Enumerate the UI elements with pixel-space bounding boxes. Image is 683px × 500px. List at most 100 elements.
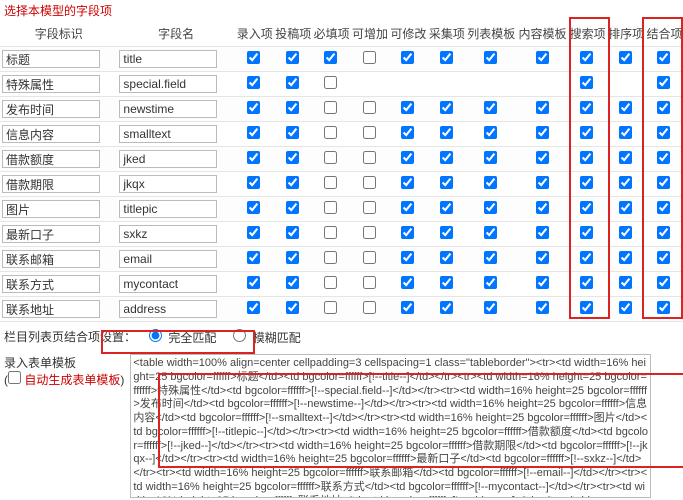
field-checkbox[interactable] [324,201,337,214]
field-name-input[interactable] [119,300,217,318]
field-checkbox[interactable] [401,201,414,214]
field-id-input[interactable] [2,125,100,143]
field-checkbox[interactable] [536,51,549,64]
field-checkbox[interactable] [580,301,593,314]
field-checkbox[interactable] [324,176,337,189]
field-checkbox[interactable] [363,101,376,114]
field-checkbox[interactable] [484,301,497,314]
field-checkbox[interactable] [324,151,337,164]
field-checkbox[interactable] [580,226,593,239]
field-checkbox[interactable] [440,151,453,164]
auto-generate-checkbox[interactable]: 自动生成表单模板 [8,373,120,387]
field-checkbox[interactable] [619,276,632,289]
field-checkbox[interactable] [484,201,497,214]
field-checkbox[interactable] [580,176,593,189]
field-checkbox[interactable] [440,251,453,264]
field-checkbox[interactable] [657,301,670,314]
field-checkbox[interactable] [247,276,260,289]
field-checkbox[interactable] [247,76,260,89]
field-checkbox[interactable] [247,301,260,314]
field-checkbox[interactable] [324,301,337,314]
field-checkbox[interactable] [440,226,453,239]
field-checkbox[interactable] [363,226,376,239]
field-checkbox[interactable] [619,226,632,239]
field-checkbox[interactable] [619,251,632,264]
field-checkbox[interactable] [657,151,670,164]
field-checkbox[interactable] [363,251,376,264]
field-id-input[interactable] [2,250,100,268]
field-checkbox[interactable] [484,276,497,289]
field-checkbox[interactable] [324,226,337,239]
field-checkbox[interactable] [580,76,593,89]
field-checkbox[interactable] [619,51,632,64]
field-checkbox[interactable] [657,101,670,114]
field-checkbox[interactable] [657,126,670,139]
field-checkbox[interactable] [536,301,549,314]
field-checkbox[interactable] [247,176,260,189]
field-checkbox[interactable] [363,276,376,289]
field-checkbox[interactable] [440,201,453,214]
field-checkbox[interactable] [363,301,376,314]
field-checkbox[interactable] [440,51,453,64]
field-checkbox[interactable] [580,276,593,289]
field-id-input[interactable] [2,100,100,118]
field-checkbox[interactable] [536,201,549,214]
field-checkbox[interactable] [536,101,549,114]
field-checkbox[interactable] [536,151,549,164]
field-checkbox[interactable] [286,51,299,64]
field-name-input[interactable] [119,175,217,193]
field-checkbox[interactable] [401,126,414,139]
combine-opt-full[interactable]: 完全匹配 [144,326,216,346]
field-name-input[interactable] [119,200,217,218]
field-name-input[interactable] [119,275,217,293]
field-checkbox[interactable] [363,151,376,164]
field-checkbox[interactable] [247,226,260,239]
field-checkbox[interactable] [619,201,632,214]
field-checkbox[interactable] [484,226,497,239]
field-checkbox[interactable] [286,201,299,214]
field-checkbox[interactable] [657,51,670,64]
field-checkbox[interactable] [484,251,497,264]
field-checkbox[interactable] [484,51,497,64]
field-checkbox[interactable] [286,101,299,114]
field-checkbox[interactable] [619,151,632,164]
field-checkbox[interactable] [401,176,414,189]
field-checkbox[interactable] [536,126,549,139]
field-checkbox[interactable] [580,101,593,114]
field-checkbox[interactable] [401,151,414,164]
field-checkbox[interactable] [536,176,549,189]
field-checkbox[interactable] [247,201,260,214]
combine-opt-fuzzy[interactable]: 模糊匹配 [228,326,300,346]
field-checkbox[interactable] [324,51,337,64]
field-checkbox[interactable] [580,51,593,64]
field-name-input[interactable] [119,75,217,93]
field-checkbox[interactable] [324,101,337,114]
field-checkbox[interactable] [619,101,632,114]
template-code-textarea[interactable] [130,354,651,498]
field-checkbox[interactable] [286,126,299,139]
field-checkbox[interactable] [247,251,260,264]
field-checkbox[interactable] [286,76,299,89]
field-id-input[interactable] [2,225,100,243]
field-checkbox[interactable] [247,126,260,139]
field-id-input[interactable] [2,300,100,318]
field-checkbox[interactable] [440,301,453,314]
field-checkbox[interactable] [619,176,632,189]
field-checkbox[interactable] [484,126,497,139]
field-checkbox[interactable] [401,226,414,239]
field-checkbox[interactable] [363,51,376,64]
field-checkbox[interactable] [363,176,376,189]
field-checkbox[interactable] [247,101,260,114]
field-checkbox[interactable] [401,101,414,114]
field-checkbox[interactable] [363,126,376,139]
field-id-input[interactable] [2,175,100,193]
field-name-input[interactable] [119,250,217,268]
field-checkbox[interactable] [324,76,337,89]
field-checkbox[interactable] [286,251,299,264]
field-checkbox[interactable] [619,126,632,139]
field-checkbox[interactable] [286,176,299,189]
field-checkbox[interactable] [440,276,453,289]
field-checkbox[interactable] [401,301,414,314]
field-checkbox[interactable] [657,176,670,189]
field-name-input[interactable] [119,150,217,168]
